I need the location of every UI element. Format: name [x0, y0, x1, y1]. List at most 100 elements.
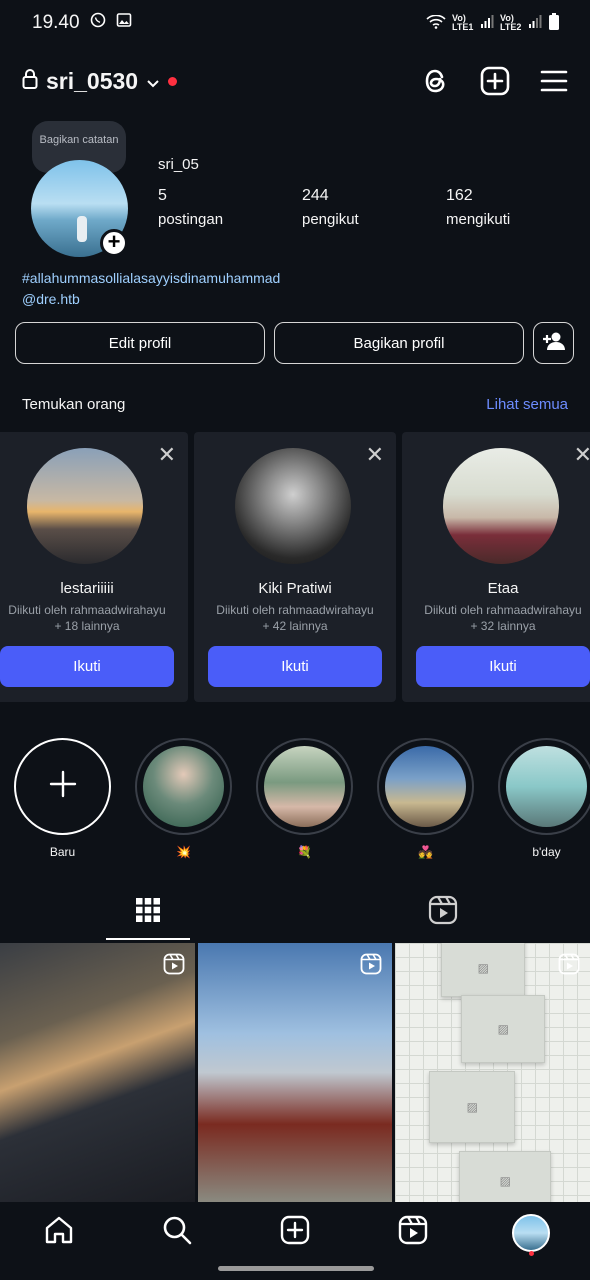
stat-followers[interactable]: 244 pengikut: [302, 187, 446, 228]
plus-icon: [49, 770, 77, 803]
profile-avatar-small: [512, 1214, 550, 1256]
profile-stats: 5 postingan 244 pengikut 162 mengikuti: [158, 187, 590, 228]
follow-button[interactable]: Ikuti: [416, 646, 590, 687]
stat-label: mengikuti: [446, 211, 511, 228]
suggestion-context: Diikuti oleh rahmaadwirahayu + 42 lainny…: [194, 602, 396, 634]
stat-label: pengikut: [302, 211, 359, 228]
gallery-icon: [116, 12, 132, 34]
suggestion-avatar[interactable]: [235, 448, 351, 564]
photo-placeholder-icon: ▨: [441, 943, 526, 997]
post-thumbnail[interactable]: ▨ ▨ ▨ ▨: [395, 943, 590, 1202]
story-highlights: Baru 💥 💐 💑 b'day: [14, 738, 590, 859]
menu-icon[interactable]: [540, 69, 568, 93]
discover-title: Temukan orang: [22, 396, 126, 413]
suggestion-context: Diikuti oleh rahmaadwirahayu + 32 lainny…: [402, 602, 590, 634]
suggestion-avatar[interactable]: [27, 448, 143, 564]
reels-icon: [428, 895, 458, 930]
signal-icon: [480, 15, 494, 31]
highlight-cover: [385, 746, 466, 827]
whatsapp-icon: [90, 12, 106, 34]
status-time: 19.40: [32, 12, 80, 33]
edit-profile-button[interactable]: Edit profil: [15, 322, 265, 364]
home-indicator[interactable]: [218, 1266, 374, 1271]
home-icon: [43, 1214, 75, 1251]
follow-button[interactable]: Ikuti: [0, 646, 174, 687]
highlight-ring: [14, 738, 111, 835]
close-icon[interactable]: ✕: [158, 442, 176, 468]
display-name: sri_05: [158, 156, 199, 173]
profile-actions: Edit profil Bagikan profil: [15, 322, 574, 364]
highlight-ring: [256, 738, 353, 835]
suggestion-mutual: Diikuti oleh rahmaadwirahayu: [216, 603, 374, 617]
nav-profile[interactable]: [501, 1214, 561, 1256]
threads-icon[interactable]: [422, 66, 450, 96]
notification-dot: [168, 76, 178, 86]
highlight-item[interactable]: 💐: [256, 738, 353, 859]
highlight-item[interactable]: b'day: [498, 738, 590, 859]
reels-icon: [397, 1214, 429, 1251]
profile-header: sri_0530: [22, 56, 568, 106]
highlight-new[interactable]: Baru: [14, 738, 111, 859]
wifi-icon: [426, 14, 446, 31]
add-story-icon[interactable]: +: [100, 229, 128, 257]
nav-search[interactable]: [147, 1214, 207, 1251]
tab-grid[interactable]: [0, 884, 295, 940]
signal-icon: [528, 15, 542, 31]
stat-value: 5: [158, 187, 167, 204]
suggestion-name[interactable]: Kiki Pratiwi: [194, 580, 396, 597]
suggestion-more: + 32 lainnya: [470, 619, 536, 633]
tab-reels[interactable]: [295, 884, 590, 940]
share-profile-button[interactable]: Bagikan profil: [274, 322, 524, 364]
chevron-down-icon: [146, 68, 160, 95]
post-thumbnail[interactable]: [197, 943, 393, 1202]
suggestion-carousel[interactable]: ✕ lestariiiii Diikuti oleh rahmaadwiraha…: [0, 432, 590, 702]
suggestion-context: Diikuti oleh rahmaadwirahayu + 18 lainny…: [0, 602, 188, 634]
suggestion-name[interactable]: Etaa: [402, 580, 590, 597]
stat-posts[interactable]: 5 postingan: [158, 187, 302, 228]
stat-label: postingan: [158, 211, 224, 228]
profile-bio: #allahummasollialasayyisdinamuhammad @dr…: [22, 268, 280, 310]
photo-placeholder-icon: ▨: [429, 1071, 516, 1143]
follow-button[interactable]: Ikuti: [208, 646, 382, 687]
username: sri_0530: [46, 67, 139, 94]
suggestion-mutual: Diikuti oleh rahmaadwirahayu: [8, 603, 166, 617]
post-thumbnail[interactable]: [0, 943, 195, 1202]
see-all-link[interactable]: Lihat semua: [486, 396, 568, 413]
highlight-label: 💑: [418, 845, 433, 859]
posts-grid: ▨ ▨ ▨ ▨: [0, 943, 590, 1202]
highlight-ring: [498, 738, 590, 835]
highlight-item[interactable]: 💥: [135, 738, 232, 859]
notification-dot: [529, 1251, 534, 1256]
highlight-label: 💥: [176, 845, 191, 859]
stat-following[interactable]: 162 mengikuti: [446, 187, 590, 228]
close-icon[interactable]: ✕: [366, 442, 384, 468]
highlight-item[interactable]: 💑: [377, 738, 474, 859]
suggestion-avatar[interactable]: [443, 448, 559, 564]
bio-hashtag[interactable]: #allahummasollialasayyisdinamuhammad: [22, 268, 280, 289]
close-icon[interactable]: ✕: [574, 442, 590, 468]
suggestion-name[interactable]: lestariiiii: [0, 580, 188, 597]
account-switcher[interactable]: sri_0530: [22, 67, 178, 95]
bio-mention[interactable]: @dre.htb: [22, 289, 280, 310]
suggestion-mutual: Diikuti oleh rahmaadwirahayu: [424, 603, 582, 617]
battery-icon: [548, 13, 560, 33]
nav-create[interactable]: [265, 1214, 325, 1251]
highlight-label: 💐: [297, 845, 312, 859]
highlight-label: b'day: [532, 845, 561, 859]
create-post-icon[interactable]: [480, 66, 510, 96]
nav-reels[interactable]: [383, 1214, 443, 1251]
suggestion-more: + 18 lainnya: [54, 619, 120, 633]
reel-icon: [163, 953, 185, 980]
discover-people-button[interactable]: [533, 322, 574, 364]
nav-home[interactable]: [29, 1214, 89, 1251]
add-person-icon: [542, 331, 566, 355]
highlight-ring: [377, 738, 474, 835]
highlight-ring: [135, 738, 232, 835]
highlight-cover: [143, 746, 224, 827]
photo-placeholder-icon: ▨: [461, 995, 546, 1063]
photo-placeholder-icon: ▨: [459, 1151, 552, 1202]
reel-icon: [360, 953, 382, 980]
sim1-label: Vo) LTE1: [452, 13, 474, 32]
highlight-cover: [264, 746, 345, 827]
search-icon: [161, 1214, 193, 1251]
